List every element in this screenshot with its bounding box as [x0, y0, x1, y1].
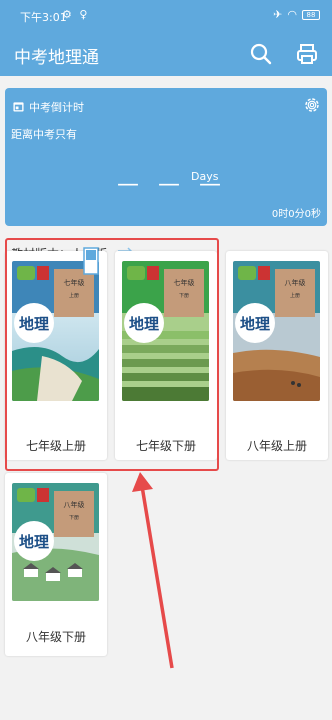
book-card-grade8-vol2[interactable]: 地理 八年级 下册 八年级下册: [5, 473, 107, 656]
status-bar: 下午3:01 ⚙ ♀ ✈ ◠ 88: [0, 0, 332, 32]
calendar-icon: [13, 102, 24, 112]
svg-text:地理: 地理: [19, 533, 49, 551]
svg-text:上册: 上册: [290, 292, 300, 299]
svg-text:八年级: 八年级: [285, 278, 306, 287]
svg-text:下册: 下册: [69, 515, 79, 521]
airplane-icon: ✈: [273, 8, 283, 21]
selection-highlight: [5, 238, 219, 471]
book-label: 八年级下册: [25, 630, 86, 644]
app-bar: 中考地理通: [0, 32, 332, 76]
countdown-subtitle: 距离中考只有: [11, 128, 77, 141]
status-time: 下午3:01: [20, 11, 67, 24]
countdown-title: 中考倒计时: [29, 101, 84, 114]
app-title: 中考地理通: [14, 48, 99, 68]
countdown-card[interactable]: 中考倒计时 距离中考只有 — — — Days 0时0分0秒: [5, 88, 327, 226]
printer-icon[interactable]: [295, 42, 319, 66]
book-card-grade8-vol1[interactable]: 地理 八年级 上册 八年级上册: [226, 251, 328, 460]
status-system-icons: ✈ ◠ 88: [273, 8, 320, 21]
book-label: 八年级上册: [246, 439, 307, 453]
svg-text:地理: 地理: [240, 315, 270, 333]
search-icon[interactable]: [249, 42, 273, 66]
svg-text:八年级: 八年级: [64, 500, 85, 509]
status-notification-icons: ⚙ ♀: [62, 8, 90, 21]
countdown-days-unit: Days: [191, 170, 219, 183]
wifi-icon: ◠: [287, 8, 297, 21]
book-cover-image: 地理 八年级 下册: [12, 483, 99, 601]
countdown-time-remaining: 0时0分0秒: [271, 209, 321, 220]
book-cover-image: 地理 八年级 上册: [233, 261, 320, 401]
gear-icon[interactable]: [303, 96, 321, 114]
battery-icon: 88: [302, 9, 320, 20]
